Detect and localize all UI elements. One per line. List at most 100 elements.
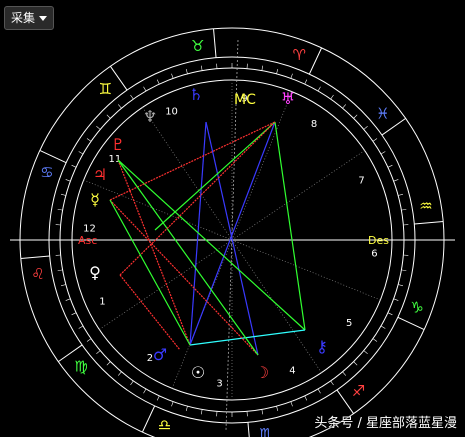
degree-tick bbox=[65, 298, 71, 301]
degree-tick bbox=[353, 361, 358, 366]
zodiac-divider bbox=[397, 316, 425, 331]
degree-tick bbox=[171, 401, 174, 407]
house-number: 6 bbox=[371, 248, 377, 259]
degree-tick bbox=[387, 312, 393, 316]
degree-tick bbox=[106, 114, 111, 119]
degree-tick bbox=[317, 388, 321, 394]
degree-tick bbox=[185, 406, 188, 412]
house-numbers: 101112123456789 bbox=[83, 94, 377, 390]
degree-tick bbox=[387, 164, 393, 168]
aspect-lines bbox=[109, 121, 306, 356]
chevron-down-icon bbox=[39, 15, 48, 21]
zodiac-divider bbox=[308, 47, 323, 75]
degree-tick bbox=[117, 104, 122, 109]
degree-tick bbox=[185, 68, 188, 74]
zodiac-divider bbox=[414, 221, 444, 225]
planet-glyphs: ♄ ♅ ♆ ♇♃ ☿ ♀ ♂ ☉ ☽ ⚷ bbox=[89, 85, 328, 382]
planet-glyph: ♂ bbox=[153, 345, 167, 364]
degree-tick bbox=[143, 86, 147, 92]
zodiac-divider bbox=[213, 28, 217, 58]
degree-tick bbox=[200, 65, 203, 71]
degree-tick bbox=[65, 179, 71, 182]
house-cusp-line bbox=[231, 239, 322, 373]
planet-glyph: ♇ bbox=[111, 135, 125, 154]
planet-glyph: ♃ bbox=[93, 165, 107, 184]
house-cusp-line bbox=[99, 239, 233, 330]
degree-tick bbox=[342, 371, 347, 376]
degree-tick bbox=[156, 395, 160, 401]
degree-tick bbox=[363, 125, 368, 130]
degree-tick bbox=[86, 338, 92, 342]
asc-label: Asc bbox=[78, 234, 97, 247]
zodiac-divider bbox=[20, 255, 50, 259]
zodiac-glyph: ♑ bbox=[410, 298, 423, 316]
zodiac-glyph: ♍ bbox=[74, 358, 87, 376]
aspect-line bbox=[274, 121, 306, 331]
degree-tick bbox=[60, 284, 66, 287]
degree-tick bbox=[393, 179, 399, 182]
zodiac-glyph: ♌ bbox=[31, 265, 44, 283]
degree-tick bbox=[304, 395, 308, 401]
degree-tick bbox=[380, 151, 386, 155]
degree-tick bbox=[171, 73, 174, 79]
degree-tick bbox=[393, 298, 399, 301]
planet-glyph: ☿ bbox=[90, 190, 100, 209]
house-cusp-line bbox=[83, 179, 233, 241]
degree-tick bbox=[372, 138, 378, 142]
degree-tick bbox=[86, 138, 92, 142]
planet-glyph: ♆ bbox=[143, 107, 157, 126]
degree-tick bbox=[71, 312, 77, 316]
zodiac-divider bbox=[39, 149, 67, 164]
degree-tick bbox=[401, 269, 407, 272]
degree-tick bbox=[330, 380, 334, 386]
degree-tick bbox=[156, 79, 160, 85]
planet-glyph: ☽ bbox=[255, 363, 269, 382]
degree-tick bbox=[380, 325, 386, 329]
degree-tick bbox=[106, 361, 111, 366]
degree-tick bbox=[290, 73, 293, 79]
degree-tick bbox=[372, 338, 378, 342]
planet-glyph: ♀ bbox=[89, 263, 101, 282]
degree-tick bbox=[78, 325, 84, 329]
degree-tick bbox=[261, 65, 264, 71]
aspect-line bbox=[119, 274, 181, 351]
degree-tick bbox=[330, 94, 334, 100]
planet-glyph: ☉ bbox=[191, 363, 205, 382]
aspect-line bbox=[189, 121, 276, 346]
house-cusp-line bbox=[142, 107, 233, 241]
degree-tick bbox=[96, 125, 101, 130]
house-cusp-line bbox=[231, 91, 293, 241]
house-number: 4 bbox=[289, 366, 295, 377]
degree-tick bbox=[143, 388, 147, 394]
watermark-text: 头条号 / 星座部落蓝星漫 bbox=[314, 416, 457, 431]
house-number: 7 bbox=[358, 176, 364, 187]
aspect-line bbox=[205, 121, 259, 356]
zodiac-glyph: ♒ bbox=[419, 197, 432, 215]
zodiac-glyph: ♏ bbox=[259, 425, 273, 437]
zodiac-glyph: ♊ bbox=[99, 80, 112, 98]
zodiac-glyph: ♋ bbox=[40, 164, 53, 182]
house-number: 12 bbox=[83, 224, 96, 235]
degree-tick bbox=[96, 350, 101, 355]
degree-tick bbox=[60, 193, 66, 196]
planet-glyph: ♄ bbox=[189, 85, 203, 104]
house-number: 1 bbox=[99, 296, 105, 307]
degree-tick bbox=[130, 380, 134, 386]
degree-tick bbox=[401, 208, 407, 211]
house-number: 10 bbox=[165, 106, 178, 117]
degree-tick bbox=[57, 269, 63, 272]
mc-label: MC bbox=[234, 92, 256, 108]
degree-tick bbox=[130, 94, 134, 100]
aspect-line bbox=[154, 121, 276, 231]
natal-chart: ♉ ♈♓♒♑♐♏♎♍♌♋♊ 101112123456789 ♄ ♅♆♇♃☿♀♂☉ ☽⚷… bbox=[10, 27, 455, 437]
collect-button[interactable]: 采集 bbox=[4, 6, 55, 30]
degree-tick bbox=[200, 409, 203, 415]
house-number: 5 bbox=[346, 318, 352, 329]
degree-tick bbox=[261, 409, 264, 415]
zodiac-glyph: ♉ bbox=[191, 37, 204, 55]
house-cusp-line bbox=[231, 150, 365, 241]
degree-tick bbox=[398, 193, 404, 196]
degree-tick bbox=[342, 104, 347, 109]
aspect-line bbox=[117, 159, 259, 356]
des-label: Des bbox=[368, 234, 389, 247]
